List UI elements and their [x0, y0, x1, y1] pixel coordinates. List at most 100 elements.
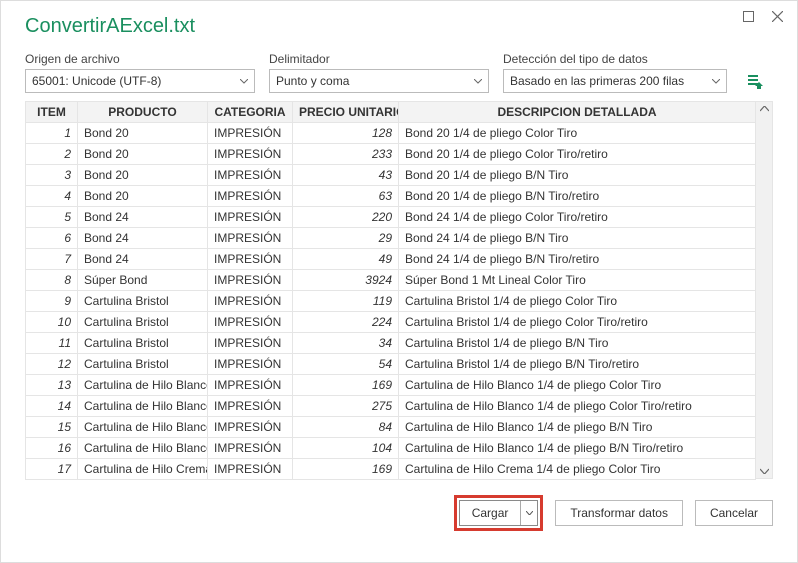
col-producto[interactable]: PRODUCTO	[78, 102, 208, 123]
preview-table-wrap: ITEM PRODUCTO CATEGORIA PRECIO UNITARIO …	[25, 101, 773, 479]
delimiter-dropdown[interactable]: Punto y coma	[269, 69, 489, 93]
transform-button-label: Transformar datos	[570, 506, 668, 520]
detection-group: Detección del tipo de datos Basado en la…	[503, 52, 727, 93]
table-row[interactable]: 4Bond 20IMPRESIÓN63Bond 20 1/4 de pliego…	[26, 186, 756, 207]
close-icon[interactable]	[772, 9, 783, 25]
table-row[interactable]: 1Bond 20IMPRESIÓN128Bond 20 1/4 de plieg…	[26, 123, 756, 144]
cell-precio: 63	[293, 186, 399, 207]
cell-precio: 104	[293, 438, 399, 459]
cell-precio: 43	[293, 165, 399, 186]
cell-producto: Cartulina de Hilo Blanco	[78, 396, 208, 417]
cell-categoria: IMPRESIÓN	[208, 438, 293, 459]
detection-dropdown[interactable]: Basado en las primeras 200 filas	[503, 69, 727, 93]
cell-precio: 34	[293, 333, 399, 354]
cell-precio: 128	[293, 123, 399, 144]
cell-producto: Cartulina de Hilo Blanco	[78, 417, 208, 438]
table-row[interactable]: 8Súper BondIMPRESIÓN3924Súper Bond 1 Mt …	[26, 270, 756, 291]
cell-producto: Cartulina Bristol	[78, 291, 208, 312]
delimiter-label: Delimitador	[269, 52, 489, 66]
controls-row: Origen de archivo 65001: Unicode (UTF-8)…	[25, 52, 773, 93]
cell-producto: Cartulina de Hilo Blanco	[78, 375, 208, 396]
scroll-down-icon[interactable]	[760, 468, 769, 474]
cell-item: 7	[26, 249, 78, 270]
cell-categoria: IMPRESIÓN	[208, 312, 293, 333]
cell-descripcion: Bond 20 1/4 de pliego Color Tiro/retiro	[399, 144, 756, 165]
cell-descripcion: Cartulina Bristol 1/4 de pliego B/N Tiro…	[399, 354, 756, 375]
table-row[interactable]: 16Cartulina de Hilo BlancoIMPRESIÓN104Ca…	[26, 438, 756, 459]
cell-producto: Bond 20	[78, 123, 208, 144]
cell-descripcion: Bond 24 1/4 de pliego B/N Tiro	[399, 228, 756, 249]
cell-precio: 233	[293, 144, 399, 165]
cell-producto: Bond 20	[78, 186, 208, 207]
maximize-icon[interactable]	[743, 9, 754, 25]
preview-table-scroll[interactable]: ITEM PRODUCTO CATEGORIA PRECIO UNITARIO …	[25, 101, 756, 479]
cell-producto: Bond 20	[78, 144, 208, 165]
table-row[interactable]: 3Bond 20IMPRESIÓN43Bond 20 1/4 de pliego…	[26, 165, 756, 186]
load-button-label: Cargar	[460, 501, 522, 525]
chevron-down-icon	[240, 79, 248, 84]
cell-descripcion: Cartulina de Hilo Blanco 1/4 de pliego C…	[399, 375, 756, 396]
transform-button[interactable]: Transformar datos	[555, 500, 683, 526]
cell-categoria: IMPRESIÓN	[208, 270, 293, 291]
cell-precio: 220	[293, 207, 399, 228]
cell-item: 17	[26, 459, 78, 480]
cell-precio: 54	[293, 354, 399, 375]
vertical-scrollbar[interactable]	[756, 101, 773, 479]
table-row[interactable]: 6Bond 24IMPRESIÓN29Bond 24 1/4 de pliego…	[26, 228, 756, 249]
cell-precio: 3924	[293, 270, 399, 291]
delimiter-group: Delimitador Punto y coma	[269, 52, 489, 93]
cell-categoria: IMPRESIÓN	[208, 123, 293, 144]
detection-value: Basado en las primeras 200 filas	[510, 74, 684, 88]
col-precio[interactable]: PRECIO UNITARIO	[293, 102, 399, 123]
cell-descripcion: Súper Bond 1 Mt Lineal Color Tiro	[399, 270, 756, 291]
delimiter-value: Punto y coma	[276, 74, 349, 88]
window-controls	[743, 9, 783, 25]
cell-producto: Bond 24	[78, 207, 208, 228]
cell-item: 9	[26, 291, 78, 312]
cell-categoria: IMPRESIÓN	[208, 417, 293, 438]
settings-icon[interactable]	[745, 71, 765, 91]
load-button-dropdown[interactable]	[521, 501, 537, 525]
cell-precio: 29	[293, 228, 399, 249]
cell-descripcion: Cartulina Bristol 1/4 de pliego B/N Tiro	[399, 333, 756, 354]
cancel-button[interactable]: Cancelar	[695, 500, 773, 526]
cell-descripcion: Cartulina de Hilo Blanco 1/4 de pliego B…	[399, 438, 756, 459]
table-row[interactable]: 5Bond 24IMPRESIÓN220Bond 24 1/4 de plieg…	[26, 207, 756, 228]
scroll-up-icon[interactable]	[760, 106, 769, 112]
detection-label: Detección del tipo de datos	[503, 52, 727, 66]
cell-producto: Bond 20	[78, 165, 208, 186]
import-dialog: ConvertirAExcel.txt Origen de archivo 65…	[0, 0, 798, 563]
cell-producto: Cartulina Bristol	[78, 354, 208, 375]
table-row[interactable]: 9Cartulina BristolIMPRESIÓN119Cartulina …	[26, 291, 756, 312]
table-row[interactable]: 11Cartulina BristolIMPRESIÓN34Cartulina …	[26, 333, 756, 354]
col-item[interactable]: ITEM	[26, 102, 78, 123]
origin-value: 65001: Unicode (UTF-8)	[32, 74, 161, 88]
origin-dropdown[interactable]: 65001: Unicode (UTF-8)	[25, 69, 255, 93]
col-descripcion[interactable]: DESCRIPCION DETALLADA	[399, 102, 756, 123]
table-row[interactable]: 17Cartulina de Hilo CremaIMPRESIÓN169Car…	[26, 459, 756, 480]
table-row[interactable]: 10Cartulina BristolIMPRESIÓN224Cartulina…	[26, 312, 756, 333]
chevron-down-icon	[712, 79, 720, 84]
table-row[interactable]: 15Cartulina de Hilo BlancoIMPRESIÓN84Car…	[26, 417, 756, 438]
table-row[interactable]: 7Bond 24IMPRESIÓN49Bond 24 1/4 de pliego…	[26, 249, 756, 270]
cell-item: 6	[26, 228, 78, 249]
cell-precio: 49	[293, 249, 399, 270]
table-row[interactable]: 12Cartulina BristolIMPRESIÓN54Cartulina …	[26, 354, 756, 375]
table-row[interactable]: 14Cartulina de Hilo BlancoIMPRESIÓN275Ca…	[26, 396, 756, 417]
cell-descripcion: Cartulina de Hilo Crema 1/4 de pliego Co…	[399, 459, 756, 480]
table-row[interactable]: 13Cartulina de Hilo BlancoIMPRESIÓN169Ca…	[26, 375, 756, 396]
load-button[interactable]: Cargar	[459, 500, 539, 526]
table-row[interactable]: 2Bond 20IMPRESIÓN233Bond 20 1/4 de plieg…	[26, 144, 756, 165]
origin-label: Origen de archivo	[25, 52, 255, 66]
cell-categoria: IMPRESIÓN	[208, 375, 293, 396]
cell-item: 12	[26, 354, 78, 375]
cell-producto: Bond 24	[78, 228, 208, 249]
cell-item: 4	[26, 186, 78, 207]
dialog-footer: Cargar Transformar datos Cancelar	[25, 495, 773, 531]
cell-descripcion: Cartulina Bristol 1/4 de pliego Color Ti…	[399, 312, 756, 333]
col-categoria[interactable]: CATEGORIA	[208, 102, 293, 123]
cell-categoria: IMPRESIÓN	[208, 459, 293, 480]
preview-table: ITEM PRODUCTO CATEGORIA PRECIO UNITARIO …	[25, 101, 756, 480]
cell-item: 14	[26, 396, 78, 417]
cell-item: 1	[26, 123, 78, 144]
